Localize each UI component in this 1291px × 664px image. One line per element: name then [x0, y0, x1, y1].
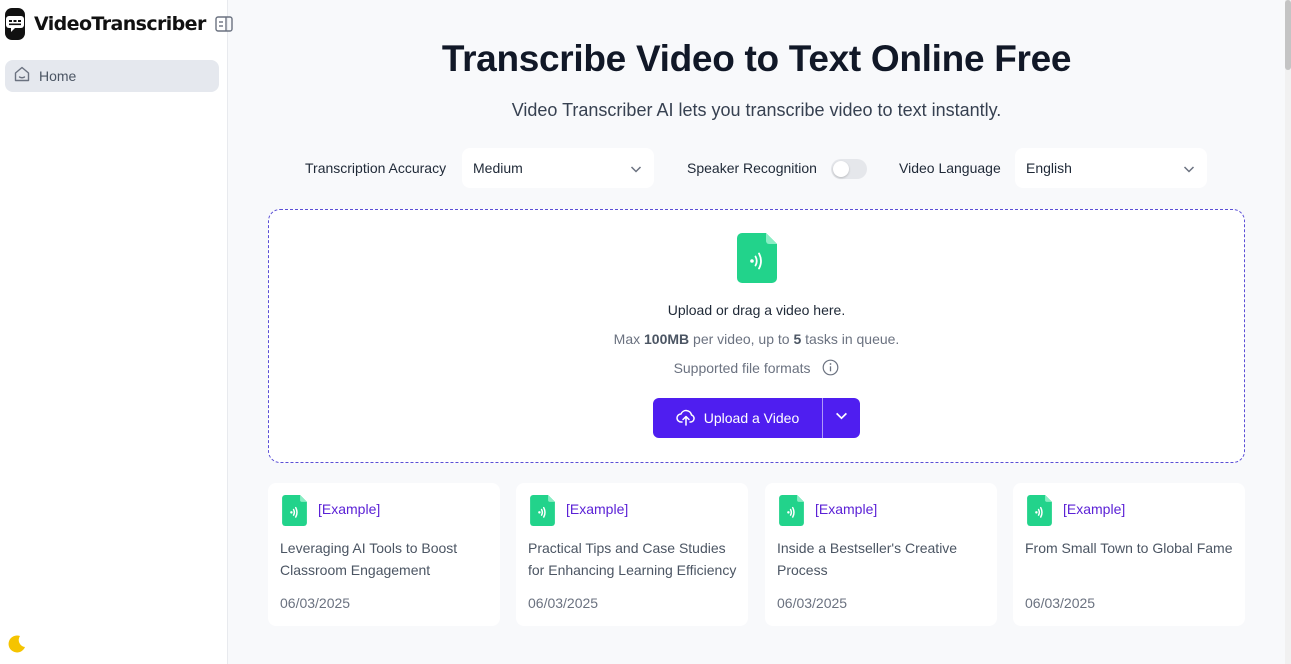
- example-card[interactable]: [Example] Practical Tips and Case Studie…: [516, 483, 748, 626]
- info-icon[interactable]: [822, 359, 839, 379]
- audio-file-icon: [530, 495, 555, 531]
- example-title: Practical Tips and Case Studies for Enha…: [528, 540, 737, 578]
- moon-icon[interactable]: [6, 633, 28, 660]
- example-card[interactable]: [Example] From Small Town to Global Fame…: [1013, 483, 1245, 626]
- speaker-recognition-label: Speaker Recognition: [687, 160, 817, 176]
- transcription-options: Transcription Accuracy Medium Speaker Re…: [228, 148, 1285, 188]
- limits-prefix: Max: [613, 331, 641, 347]
- example-tag: [Example]: [566, 501, 629, 517]
- upload-limits: Max 100MB per video, up to 5 tasks in qu…: [269, 331, 1244, 347]
- video-language-select[interactable]: English: [1015, 148, 1207, 188]
- chevron-down-icon: [630, 162, 642, 180]
- accuracy-label: Transcription Accuracy: [305, 160, 447, 176]
- example-title: Leveraging AI Tools to Boost Classroom E…: [280, 540, 458, 578]
- video-dropzone[interactable]: Upload or drag a video here. Max 100MB p…: [268, 209, 1245, 463]
- example-card[interactable]: [Example] Inside a Bestseller's Creative…: [765, 483, 997, 626]
- upload-video-button[interactable]: Upload a Video: [653, 398, 823, 438]
- accuracy-select[interactable]: Medium: [462, 148, 654, 188]
- example-cards: [Example] Leveraging AI Tools to Boost C…: [268, 483, 1245, 626]
- brand: VideoTranscriber: [0, 0, 233, 48]
- chevron-down-icon: [1183, 162, 1195, 180]
- home-icon: [13, 65, 31, 88]
- max-tasks: 5: [793, 331, 802, 347]
- speaker-recognition-toggle[interactable]: [831, 159, 867, 179]
- audio-file-icon: [737, 233, 777, 288]
- sidebar-item-home[interactable]: Home: [5, 60, 219, 92]
- supported-formats: Supported file formats: [269, 359, 1244, 379]
- limits-mid: per video, up to: [693, 331, 790, 347]
- page-title: Transcribe Video to Text Online Free: [441, 38, 1072, 79]
- page-scrollbar[interactable]: [1285, 0, 1291, 664]
- example-title: Inside a Bestseller's Creative Process: [777, 540, 958, 578]
- cloud-upload-icon: [676, 408, 696, 429]
- video-language-value: English: [1026, 160, 1072, 176]
- example-tag: [Example]: [1063, 501, 1126, 517]
- sidebar-item-label: Home: [39, 68, 77, 84]
- logo-icon[interactable]: [5, 8, 25, 40]
- example-date: 06/03/2025: [528, 595, 599, 611]
- brand-name: VideoTranscriber: [34, 13, 206, 35]
- upload-video-button-group: Upload a Video: [653, 398, 860, 438]
- example-date: 06/03/2025: [777, 595, 848, 611]
- example-date: 06/03/2025: [280, 595, 351, 611]
- audio-file-icon: [1027, 495, 1052, 531]
- example-card[interactable]: [Example] Leveraging AI Tools to Boost C…: [268, 483, 500, 626]
- max-file-size: 100MB: [644, 331, 690, 347]
- sidebar: VideoTranscriber Home: [0, 0, 233, 664]
- accuracy-value: Medium: [473, 160, 523, 176]
- main-content: Transcribe Video to Text Online Free Vid…: [228, 0, 1285, 664]
- chevron-down-icon: [835, 409, 848, 427]
- audio-file-icon: [282, 495, 307, 531]
- scrollbar-thumb[interactable]: [1285, 0, 1291, 70]
- page-subtitle: Video Transcriber AI lets you transcribe…: [511, 100, 1002, 120]
- upload-instruction: Upload or drag a video here.: [667, 302, 846, 318]
- upload-video-label: Upload a Video: [703, 410, 800, 426]
- supported-formats-label: Supported file formats: [673, 360, 811, 376]
- upload-options-dropdown[interactable]: [823, 398, 860, 438]
- audio-file-icon: [779, 495, 804, 531]
- example-tag: [Example]: [318, 501, 381, 517]
- limits-suffix: tasks in queue.: [805, 331, 900, 347]
- example-date: 06/03/2025: [1025, 595, 1096, 611]
- video-language-label: Video Language: [899, 160, 1001, 176]
- example-title: From Small Town to Global Fame: [1025, 540, 1233, 556]
- toggle-knob: [833, 161, 849, 177]
- example-tag: [Example]: [815, 501, 878, 517]
